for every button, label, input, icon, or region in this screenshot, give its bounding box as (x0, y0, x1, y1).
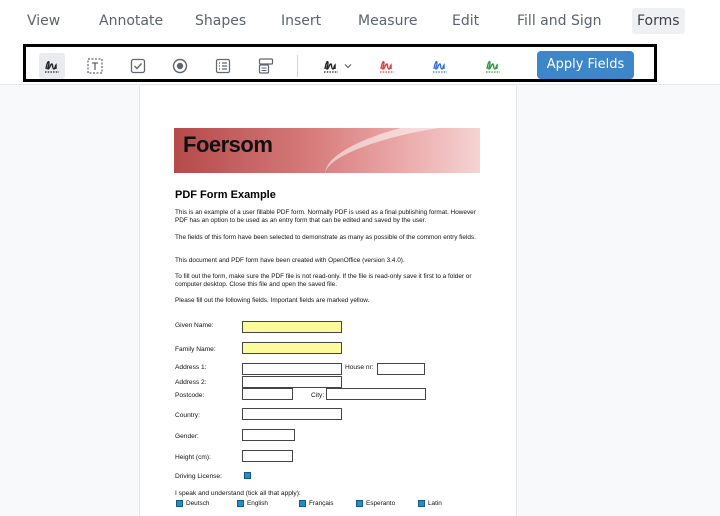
house-nr-label: House nr: (345, 364, 374, 371)
lang-francais-label: Français (309, 500, 334, 507)
text-field-icon (87, 58, 103, 74)
height-label: Height (cm): (175, 454, 211, 461)
header-banner: Foersom (174, 128, 480, 173)
gender-field[interactable] (242, 429, 295, 441)
radio-field-button[interactable] (167, 53, 193, 79)
signature-blue-icon (433, 60, 447, 73)
menu-insert[interactable]: Insert (281, 0, 321, 42)
signature-red-button[interactable] (374, 53, 400, 79)
dropdown-field-icon (258, 58, 274, 74)
lang-esperanto-label: Esperanto (366, 500, 396, 507)
address2-field[interactable] (242, 376, 342, 388)
apply-fields-button[interactable]: Apply Fields (537, 51, 634, 79)
signature-field-button[interactable] (39, 53, 65, 79)
menu-view[interactable]: View (27, 0, 60, 42)
forms-toolbar: Apply Fields (23, 44, 657, 82)
toolbar-divider (297, 55, 298, 77)
intro-paragraph: This is an example of a user fillable PD… (175, 209, 476, 224)
city-label: City: (311, 392, 325, 399)
signature-blue-button[interactable] (427, 53, 453, 79)
address1-field[interactable] (242, 363, 342, 375)
fill-note-paragraph: Please fill out the following fields. Im… (175, 297, 370, 304)
lang-deutsch-checkbox[interactable] (176, 500, 183, 507)
menu-edit[interactable]: Edit (452, 0, 479, 42)
list-field-icon (215, 58, 231, 74)
banner-swoosh (319, 128, 480, 173)
lang-deutsch-label: Deutsch (186, 500, 210, 507)
signature-black-icon (324, 60, 338, 73)
country-field[interactable] (242, 408, 342, 420)
signature-field-icon (45, 60, 59, 73)
forms-toolbar-row: Apply Fields (0, 42, 720, 85)
lang-latin-checkbox[interactable] (418, 500, 425, 507)
country-label: Country: (175, 412, 200, 419)
lang-francais-checkbox[interactable] (299, 500, 306, 507)
gender-label: Gender: (175, 433, 199, 440)
text-field-button[interactable] (82, 53, 108, 79)
dropdown-field-button[interactable] (253, 53, 279, 79)
signature-red-icon (380, 60, 394, 73)
given-name-label: Given Name: (175, 322, 214, 329)
languages-prompt: I speak and understand (tick all that ap… (175, 490, 301, 497)
document-title: PDF Form Example (175, 189, 276, 201)
city-field[interactable] (326, 388, 426, 400)
lang-latin-label: Latin (428, 500, 442, 507)
height-field[interactable] (242, 450, 293, 462)
signature-green-button[interactable] (480, 53, 506, 79)
fields-paragraph: The fields of this form have been select… (175, 234, 476, 241)
main-menu-bar: View Annotate Shapes Insert Measure Edit… (0, 0, 720, 43)
lang-english-label: English (247, 500, 268, 507)
lang-english-checkbox[interactable] (237, 500, 244, 507)
banner-logo-text: Foersom (183, 132, 273, 157)
menu-forms[interactable]: Forms (632, 8, 685, 34)
menu-annotate[interactable]: Annotate (99, 0, 163, 42)
address2-label: Address 2: (175, 379, 207, 386)
menu-fill-and-sign[interactable]: Fill and Sign (517, 0, 601, 42)
given-name-field[interactable] (242, 321, 342, 333)
driving-license-checkbox[interactable] (244, 472, 251, 479)
openoffice-paragraph: This document and PDF form have been cre… (175, 257, 405, 264)
pdf-page: Foersom PDF Form Example This is an exam… (139, 86, 517, 516)
instructions-paragraph: To fill out the form, make sure the PDF … (175, 273, 472, 288)
signature-color-dropdown[interactable] (322, 53, 362, 79)
chevron-down-icon (344, 64, 352, 69)
postcode-field[interactable] (242, 388, 293, 400)
family-name-label: Family Name: (175, 346, 216, 353)
menu-shapes[interactable]: Shapes (195, 0, 246, 42)
address1-label: Address 1: (175, 364, 207, 371)
postcode-label: Postcode: (175, 392, 205, 399)
checkbox-field-button[interactable] (125, 53, 151, 79)
house-nr-field[interactable] (377, 363, 425, 375)
signature-green-icon (486, 60, 500, 73)
menu-measure[interactable]: Measure (358, 0, 418, 42)
list-field-button[interactable] (210, 53, 236, 79)
family-name-field[interactable] (242, 342, 342, 354)
lang-esperanto-checkbox[interactable] (356, 500, 363, 507)
driving-license-label: Driving License: (175, 473, 222, 480)
checkbox-field-icon (130, 58, 146, 74)
radio-field-icon (172, 58, 188, 74)
